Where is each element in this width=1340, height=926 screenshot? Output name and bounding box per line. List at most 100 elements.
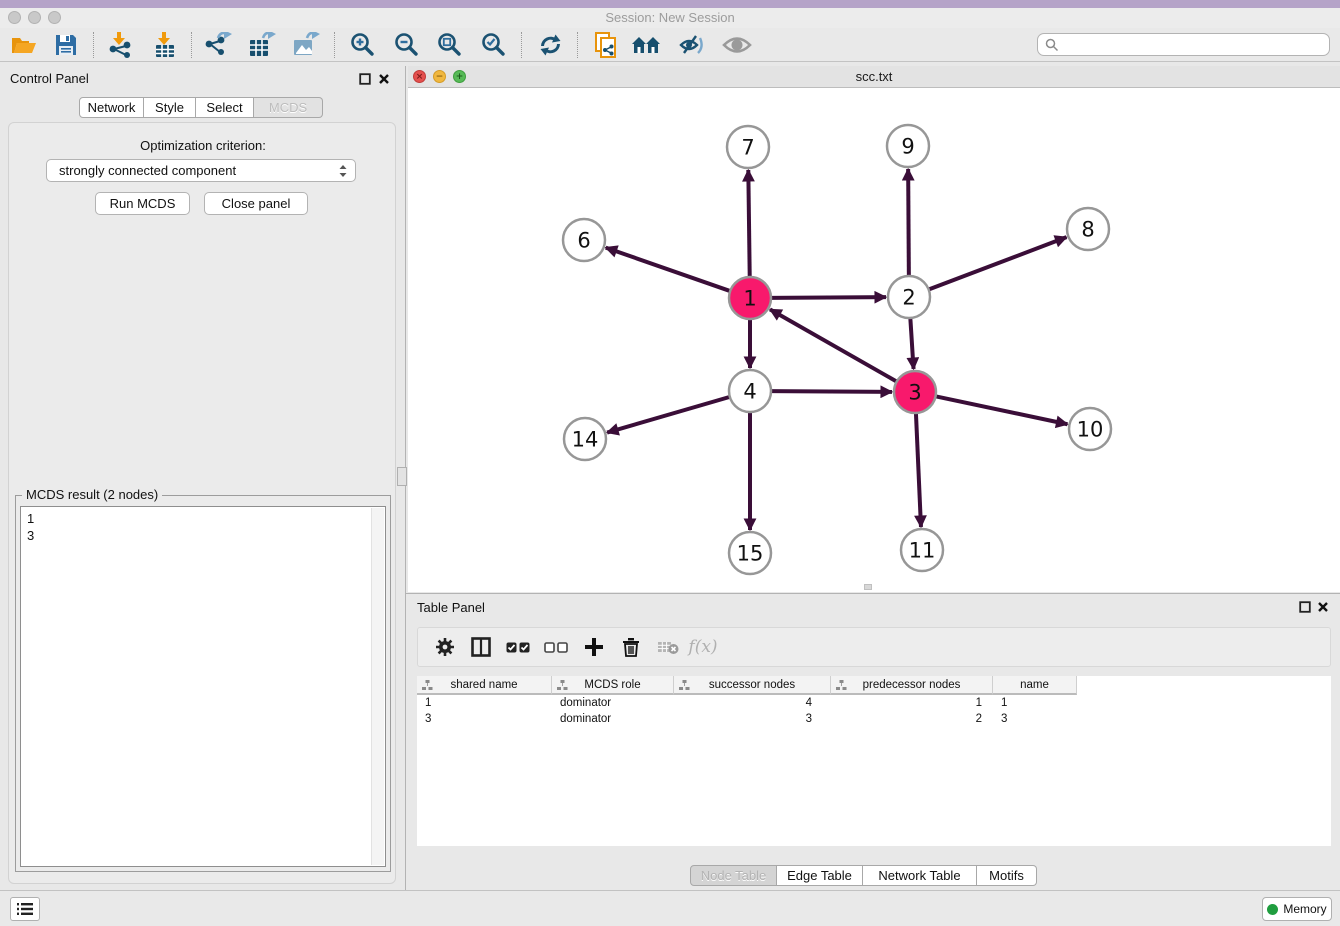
splitter-grip[interactable] (397, 467, 407, 486)
edge-4-3[interactable] (771, 391, 892, 392)
column-header-shared-name[interactable]: shared name (417, 676, 552, 695)
column-header-predecessor-nodes[interactable]: predecessor nodes (831, 676, 993, 695)
save-session-button[interactable] (50, 30, 82, 60)
network-graph-canvas[interactable]: 7 9 6 8 1 2 4 3 14 10 15 11 (408, 88, 1340, 592)
graph-node-14[interactable]: 14 (564, 418, 606, 460)
table-row[interactable]: 1dominator411 (417, 695, 1331, 711)
import-network-button[interactable] (104, 30, 136, 60)
zoom-selected-button[interactable] (478, 30, 510, 60)
cell-shared-name[interactable]: 1 (417, 695, 552, 711)
cell-mcds-role[interactable]: dominator (552, 695, 674, 711)
graph-node-9[interactable]: 9 (887, 125, 929, 167)
graph-node-2[interactable]: 2 (888, 276, 930, 318)
float-table-panel-icon[interactable] (1299, 601, 1311, 613)
table-toolbar: f(x) (417, 627, 1331, 667)
deselect-all-button[interactable] (539, 628, 573, 666)
graph-node-4[interactable]: 4 (729, 370, 771, 412)
first-neighbors-button[interactable] (631, 30, 663, 60)
zoom-out-icon (394, 32, 420, 58)
tab-network-table[interactable]: Network Table (863, 865, 977, 886)
graph-node-15[interactable]: 15 (729, 532, 771, 574)
mcds-panel: Optimization criterion: strongly connect… (8, 122, 396, 884)
task-history-button[interactable] (10, 897, 40, 921)
cell-successor-nodes[interactable]: 3 (674, 711, 831, 727)
run-mcds-button[interactable]: Run MCDS (95, 192, 190, 215)
table-settings-button[interactable] (428, 628, 462, 666)
tab-style[interactable]: Style (144, 97, 196, 118)
column-label: successor nodes (709, 679, 795, 691)
cell-name[interactable]: 1 (993, 695, 1077, 711)
column-header-mcds-role[interactable]: MCDS role (552, 676, 674, 695)
edge-2-3[interactable] (910, 318, 913, 369)
search-input[interactable] (1059, 37, 1309, 52)
optimization-criterion-select[interactable]: strongly connected component (46, 159, 356, 182)
refresh-button[interactable] (534, 30, 566, 60)
network-view-window: × − + scc.txt 7 9 6 8 1 2 4 3 14 10 15 11 (408, 66, 1340, 592)
graph-node-7[interactable]: 7 (727, 126, 769, 168)
result-scrollbar[interactable] (371, 508, 384, 865)
memory-button[interactable]: Memory (1262, 897, 1332, 921)
cell-mcds-role[interactable]: dominator (552, 711, 674, 727)
tab-select[interactable]: Select (196, 97, 254, 118)
edge-4-14[interactable] (607, 397, 730, 433)
cell-name[interactable]: 3 (993, 711, 1077, 727)
close-panel-button[interactable]: Close panel (204, 192, 308, 215)
window-title: Session: New Session (0, 10, 1340, 25)
close-panel-icon[interactable] (378, 73, 390, 85)
graph-node-1[interactable]: 1 (729, 277, 771, 319)
tab-motifs[interactable]: Motifs (977, 865, 1037, 886)
svg-text:11: 11 (909, 539, 936, 563)
network-window-titlebar[interactable]: × − + scc.txt (408, 66, 1340, 88)
edge-2-9[interactable] (908, 169, 909, 276)
tab-edge-table[interactable]: Edge Table (777, 865, 863, 886)
table-columns-button[interactable] (464, 628, 498, 666)
show-all-button[interactable] (721, 30, 753, 60)
hide-selected-button[interactable] (676, 30, 708, 60)
network-window-grip[interactable] (864, 584, 872, 590)
graph-node-3[interactable]: 3 (894, 371, 936, 413)
select-all-button[interactable] (501, 628, 535, 666)
apply-function-button[interactable]: f(x) (686, 628, 720, 666)
graph-node-11[interactable]: 11 (901, 529, 943, 571)
add-row-button[interactable] (577, 628, 611, 666)
column-header-successor-nodes[interactable]: successor nodes (674, 676, 831, 695)
zoom-out-button[interactable] (391, 30, 423, 60)
sort-icon (679, 680, 690, 691)
zoom-fit-button[interactable] (434, 30, 466, 60)
tab-node-table[interactable]: Node Table (690, 865, 777, 886)
cell-predecessor-nodes[interactable]: 1 (831, 695, 993, 711)
cell-shared-name[interactable]: 3 (417, 711, 552, 727)
table-header-row: shared nameMCDS role successor nodes prede… (417, 676, 1331, 695)
edge-1-2[interactable] (771, 297, 886, 298)
delete-row-button[interactable] (614, 628, 648, 666)
delete-table-button[interactable] (651, 628, 685, 666)
cell-successor-nodes[interactable]: 4 (674, 695, 831, 711)
close-table-panel-icon[interactable] (1317, 601, 1329, 613)
export-image-button[interactable] (290, 30, 322, 60)
table-row[interactable]: 3dominator323 (417, 711, 1331, 727)
clone-network-button[interactable] (590, 30, 622, 60)
column-header-name[interactable]: name (993, 676, 1077, 695)
trash-icon (622, 637, 640, 657)
float-panel-icon[interactable] (359, 73, 371, 85)
mcds-result-textarea[interactable]: 1 3 (20, 506, 386, 867)
tab-network[interactable]: Network (79, 97, 144, 118)
column-label: predecessor nodes (863, 679, 961, 691)
edge-2-8[interactable] (929, 237, 1067, 289)
graph-node-10[interactable]: 10 (1069, 408, 1111, 450)
edge-3-11[interactable] (916, 413, 921, 527)
zoom-in-button[interactable] (347, 30, 379, 60)
graph-node-8[interactable]: 8 (1067, 208, 1109, 250)
export-network-button[interactable] (202, 30, 234, 60)
tab-mcds[interactable]: MCDS (254, 97, 323, 118)
edge-1-7[interactable] (748, 170, 749, 277)
edge-3-1[interactable] (770, 309, 897, 381)
graph-node-6[interactable]: 6 (563, 219, 605, 261)
export-table-button[interactable] (246, 30, 278, 60)
edge-3-10[interactable] (936, 396, 1068, 424)
cell-predecessor-nodes[interactable]: 2 (831, 711, 993, 727)
open-session-button[interactable] (8, 30, 40, 60)
search-box[interactable] (1037, 33, 1330, 56)
edge-1-6[interactable] (606, 248, 730, 291)
import-table-button[interactable] (149, 30, 181, 60)
